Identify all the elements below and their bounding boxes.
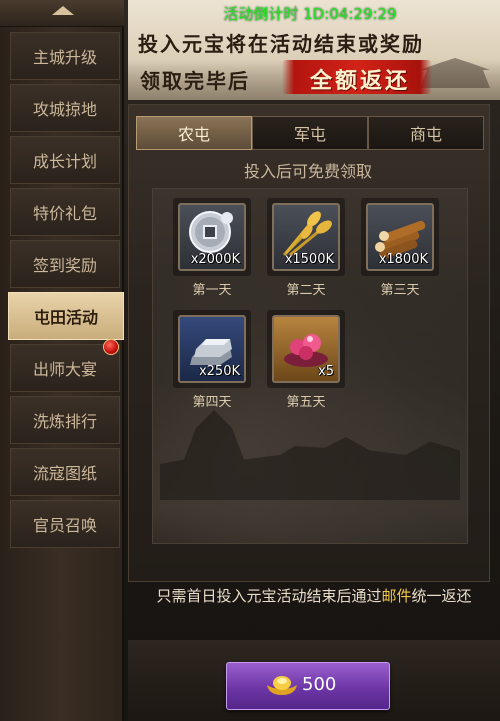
chevron-up-icon-bar [56,12,70,14]
reward-quantity: x1800K [378,252,428,267]
sidebar-item-banquet[interactable]: 出师大宴 [10,339,120,392]
sidebar-item-special-pack[interactable]: 特价礼包 [10,188,120,236]
tab-label: 农屯 [177,125,210,144]
reward-slot-day4[interactable]: x250K [178,315,246,383]
tab-label: 军屯 [293,125,326,144]
banner-text-line1: 投入元宝将在活动结束或奖励 [138,32,424,56]
reward-quantity: x1500K [284,252,334,267]
reward-quantity: x250K [198,364,240,379]
collapse-button[interactable] [0,0,124,27]
tab-merchant[interactable]: 商屯 [368,116,484,150]
sidebar-item-growth-plan[interactable]: 成长计划 [10,136,120,184]
banner-highlight-text: 全额返还 [309,68,410,94]
sidebar-item-label: 签到奖励 [32,256,97,275]
gold-ingot-icon [267,676,297,695]
sidebar-item-label: 出师大宴 [32,360,97,379]
notification-dot-icon [103,339,119,355]
invest-amount: 500 [302,674,337,695]
reward-day-label: 第四天 [192,395,232,410]
reward-slot-day1[interactable]: x2000K [178,203,246,271]
return-notice-prefix: 只需首日投入元宝活动结束后通过 [156,587,382,605]
sidebar-item-bandit-blueprint[interactable]: 流寇图纸 [10,448,120,496]
reward-day-label: 第五天 [286,395,326,410]
reward-day-label: 第二天 [286,283,326,298]
sidebar-item-sign-in[interactable]: 签到奖励 [10,240,120,288]
sidebar-item-label: 主城升级 [32,48,97,67]
return-notice: 只需首日投入元宝活动结束后通过邮件统一返还 [128,585,500,606]
return-notice-suffix: 统一返还 [411,587,472,605]
mail-link[interactable]: 邮件 [381,587,411,605]
sidebar-item-label: 洗炼排行 [32,412,97,431]
sidebar-item-label: 成长计划 [32,152,97,171]
reward-quantity: x5 [318,364,334,379]
sidebar-item-farm-event[interactable]: 屯田活动 [8,292,132,340]
reward-slot-day3[interactable]: x1800K [366,203,434,271]
reward-slot-day2[interactable]: x1500K [272,203,340,271]
sidebar-item-siege[interactable]: 攻城掠地 [10,84,120,132]
countdown-timer: 活动倒计时 1D:04:29:29 [223,5,397,23]
tab-farm[interactable]: 农屯 [136,116,252,150]
sidebar-item-label: 特价礼包 [32,204,97,223]
sidebar: 主城升级 攻城掠地 成长计划 特价礼包 签到奖励 屯田活动 出师大宴 洗炼排行 … [0,0,132,721]
reward-slot-day5[interactable]: x5 [272,315,340,383]
sidebar-item-label: 流寇图纸 [32,464,97,483]
reward-day-label: 第三天 [380,283,420,298]
reward-quantity: x2000K [190,252,240,267]
sidebar-item-refine-rank[interactable]: 洗炼排行 [10,396,120,444]
tab-label: 商屯 [409,125,442,144]
sidebar-item-official-summon[interactable]: 官员召唤 [10,500,120,548]
tab-military[interactable]: 军屯 [252,116,368,150]
sidebar-item-label: 屯田活动 [33,308,98,327]
banner-text-line2: 领取完毕后 [140,69,250,93]
reward-day-label: 第一天 [192,283,232,298]
sidebar-item-label: 官员召唤 [32,516,97,535]
sidebar-item-label: 攻城掠地 [32,100,97,119]
panel-subtitle: 投入后可免费领取 [243,162,372,181]
sidebar-item-city-upgrade[interactable]: 主城升级 [10,32,120,80]
